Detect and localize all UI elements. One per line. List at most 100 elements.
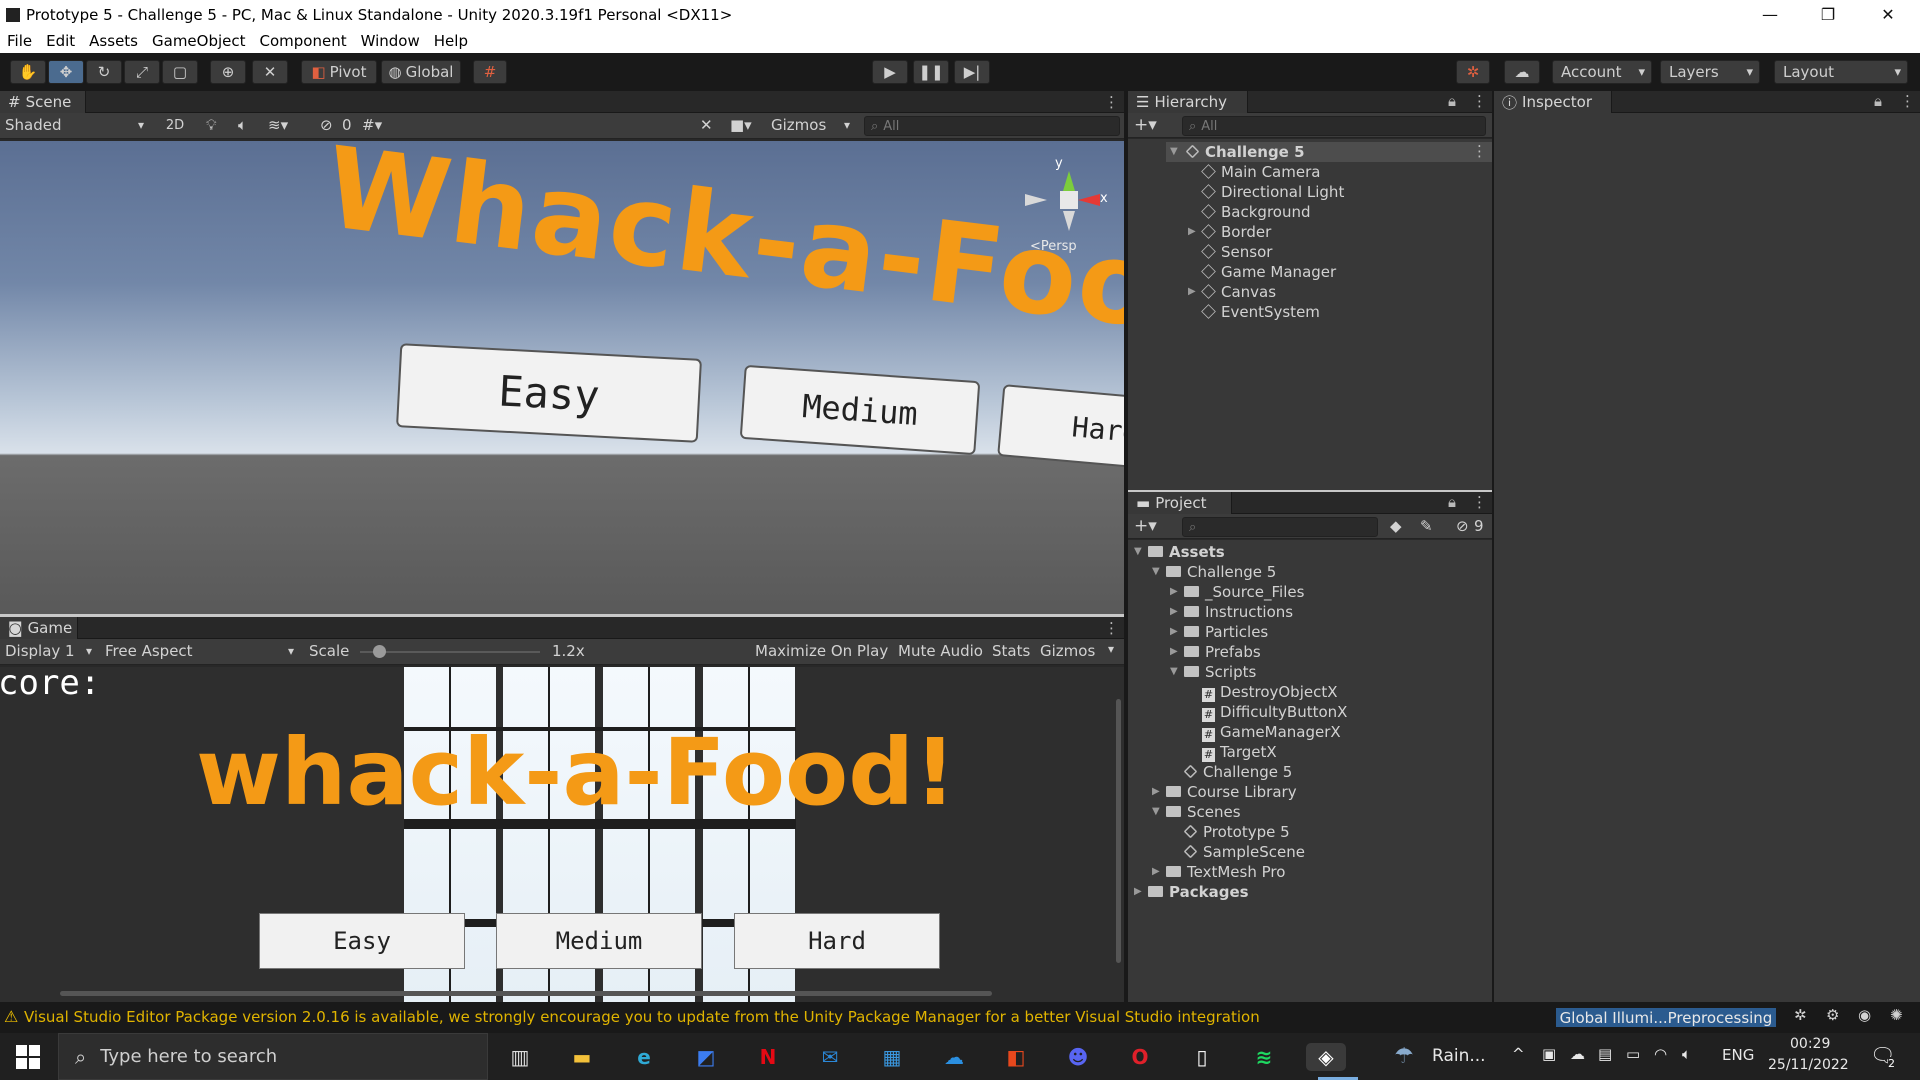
hierarchy-scene-item[interactable]: Challenge 5	[1185, 142, 1305, 162]
add-object-button[interactable]: +▾	[1134, 115, 1157, 135]
gizmo-x-cone[interactable]	[1078, 194, 1100, 206]
custom-tool-button[interactable]: ✕	[252, 60, 288, 84]
project-search-input[interactable]: ⌕	[1182, 517, 1378, 537]
expand-arrow-icon[interactable]: ▶	[1170, 586, 1178, 597]
expand-arrow-icon[interactable]: ▼	[1170, 666, 1178, 677]
hidden-objects-icon[interactable]: ⊘	[320, 116, 333, 134]
hierarchy-search-input[interactable]: ⌕ All	[1182, 116, 1486, 136]
project-item-folder[interactable]: Scenes	[1166, 802, 1241, 822]
unity-icon[interactable]: ◈	[1306, 1043, 1346, 1071]
scene-menu-icon[interactable]: ⋮	[1104, 93, 1119, 111]
scale-slider-track[interactable]	[360, 651, 540, 653]
game-menu-icon[interactable]: ⋮	[1104, 619, 1119, 637]
bug-icon[interactable]: ⚙	[1826, 1006, 1839, 1024]
project-item-folder[interactable]: Particles	[1184, 622, 1268, 642]
expand-arrow-icon[interactable]: ▶	[1170, 626, 1178, 637]
menu-file[interactable]: File	[7, 32, 32, 50]
project-item-scene[interactable]: Prototype 5	[1183, 822, 1290, 842]
language-indicator[interactable]: ENG	[1722, 1046, 1754, 1064]
gizmo-y-cone[interactable]	[1063, 171, 1075, 191]
restore-button[interactable]: ❐	[1800, 0, 1856, 29]
panel-divider[interactable]	[1492, 91, 1494, 1002]
game-vertical-scrollbar[interactable]	[1116, 699, 1121, 963]
mail-icon[interactable]: ✉	[816, 1043, 844, 1071]
project-item-folder[interactable]: Packages	[1148, 882, 1249, 902]
scene-easy-button[interactable]: Easy	[396, 343, 702, 443]
menu-window[interactable]: Window	[361, 32, 420, 50]
hierarchy-item[interactable]: Directional Light	[1201, 182, 1344, 202]
hierarchy-item[interactable]: Border	[1201, 222, 1271, 242]
game-viewport[interactable]: core: whack-a-Food! Easy Medium Hard	[0, 667, 1124, 1002]
scene-search-input[interactable]: ⌕ All	[864, 116, 1120, 136]
notepad-icon[interactable]: ▯	[1188, 1043, 1216, 1071]
project-item-folder[interactable]: Course Library	[1166, 782, 1297, 802]
file-explorer-icon[interactable]: ▬	[568, 1043, 596, 1071]
store-icon[interactable]: ▦	[878, 1043, 906, 1071]
project-item-folder[interactable]: TextMesh Pro	[1166, 862, 1285, 882]
play-button[interactable]: ▶	[872, 60, 908, 84]
filter-type-icon[interactable]: ◆	[1390, 517, 1402, 535]
expand-arrow-icon[interactable]: ▶	[1188, 226, 1196, 237]
gizmo-center-cube[interactable]	[1060, 191, 1078, 209]
menu-component[interactable]: Component	[260, 32, 347, 50]
clock-time[interactable]: 00:29	[1790, 1036, 1830, 1052]
account-dropdown[interactable]: Account	[1552, 60, 1652, 84]
project-menu-icon[interactable]: ⋮	[1472, 493, 1487, 511]
display-tray-icon[interactable]: ▤	[1598, 1045, 1612, 1063]
grid-toggle-icon[interactable]: #▾	[362, 116, 382, 134]
maximize-on-play-toggle[interactable]: Maximize On Play	[755, 642, 888, 660]
weather-text[interactable]: Rain...	[1432, 1046, 1486, 1066]
edge-icon[interactable]: e	[630, 1043, 658, 1071]
weather-icon[interactable]: ☂	[1394, 1044, 1414, 1069]
project-item-scene[interactable]: SampleScene	[1183, 842, 1305, 862]
chevron-down-icon[interactable]: ▾	[1108, 642, 1114, 656]
effects-icon[interactable]: ≋▾	[268, 116, 288, 134]
discord-icon[interactable]: ☻	[1064, 1043, 1092, 1071]
project-item-folder[interactable]: Assets	[1148, 542, 1225, 562]
office-icon[interactable]: ◧	[1002, 1043, 1030, 1071]
expand-arrow-icon[interactable]: ▶	[1170, 646, 1178, 657]
scene-medium-button[interactable]: Medium	[739, 364, 981, 456]
layout-dropdown[interactable]: Layout	[1774, 60, 1908, 84]
create-asset-button[interactable]: +▾	[1134, 516, 1157, 536]
grid-snap-button[interactable]: #	[473, 60, 507, 84]
inspector-menu-icon[interactable]: ⋮	[1900, 92, 1915, 110]
project-item-folder[interactable]: Instructions	[1184, 602, 1293, 622]
hand-tool-button[interactable]: ✋	[10, 60, 46, 84]
display-dropdown[interactable]: Display 1 ▾	[0, 641, 96, 661]
global-toggle[interactable]: ◍ Global	[381, 60, 461, 84]
cloud-button[interactable]: ☁	[1504, 60, 1540, 84]
tab-inspector[interactable]: ⓘ Inspector	[1494, 91, 1612, 113]
close-button[interactable]: ✕	[1860, 0, 1916, 29]
project-item-script[interactable]: # GameManagerX	[1202, 722, 1341, 742]
game-horizontal-scrollbar[interactable]	[60, 991, 992, 996]
gi-progress[interactable]: Global Illumi...Preprocessing	[1556, 1008, 1776, 1027]
tab-scene[interactable]: # Scene	[0, 91, 86, 113]
tab-hierarchy[interactable]: ☰ Hierarchy	[1128, 91, 1248, 113]
project-item-folder[interactable]: Scripts	[1184, 662, 1256, 682]
onedrive-icon[interactable]: ☁	[940, 1043, 968, 1071]
hierarchy-item[interactable]: EventSystem	[1201, 302, 1320, 322]
project-item-script[interactable]: # DestroyObjectX	[1202, 682, 1338, 702]
transform-tool-button[interactable]: ⊕	[210, 60, 246, 84]
project-item-script[interactable]: # TargetX	[1202, 742, 1277, 762]
battery-icon[interactable]: ▭	[1626, 1045, 1640, 1063]
scene-gizmos-dropdown[interactable]: Gizmos ▾	[768, 115, 854, 135]
menu-assets[interactable]: Assets	[89, 32, 138, 50]
expand-arrow-icon[interactable]: ▶	[1152, 866, 1160, 877]
expand-arrow-icon[interactable]: ▶	[1152, 786, 1160, 797]
hidden-packages-icon[interactable]: ⊘	[1456, 517, 1469, 535]
expand-arrow-icon[interactable]: ▼	[1134, 546, 1142, 557]
scale-tool-button[interactable]: ⤢	[124, 60, 160, 84]
auto-gen-lighting-icon[interactable]: ◉	[1858, 1006, 1871, 1024]
vs-code-icon[interactable]: ◩	[692, 1043, 720, 1071]
app-tray-icon[interactable]: ☁	[1570, 1045, 1585, 1063]
game-gizmos-toggle[interactable]: Gizmos	[1040, 642, 1095, 660]
spotify-icon[interactable]: ≋	[1250, 1043, 1278, 1071]
collab-button[interactable]: ✲	[1456, 60, 1490, 84]
rect-tool-button[interactable]: ▢	[162, 60, 198, 84]
aspect-dropdown[interactable]: Free Aspect ▾	[100, 641, 298, 661]
tab-game[interactable]: ◙ Game	[0, 617, 78, 639]
lock-icon[interactable]: 🔒︎	[1448, 493, 1456, 511]
hierarchy-item[interactable]: Game Manager	[1201, 262, 1336, 282]
